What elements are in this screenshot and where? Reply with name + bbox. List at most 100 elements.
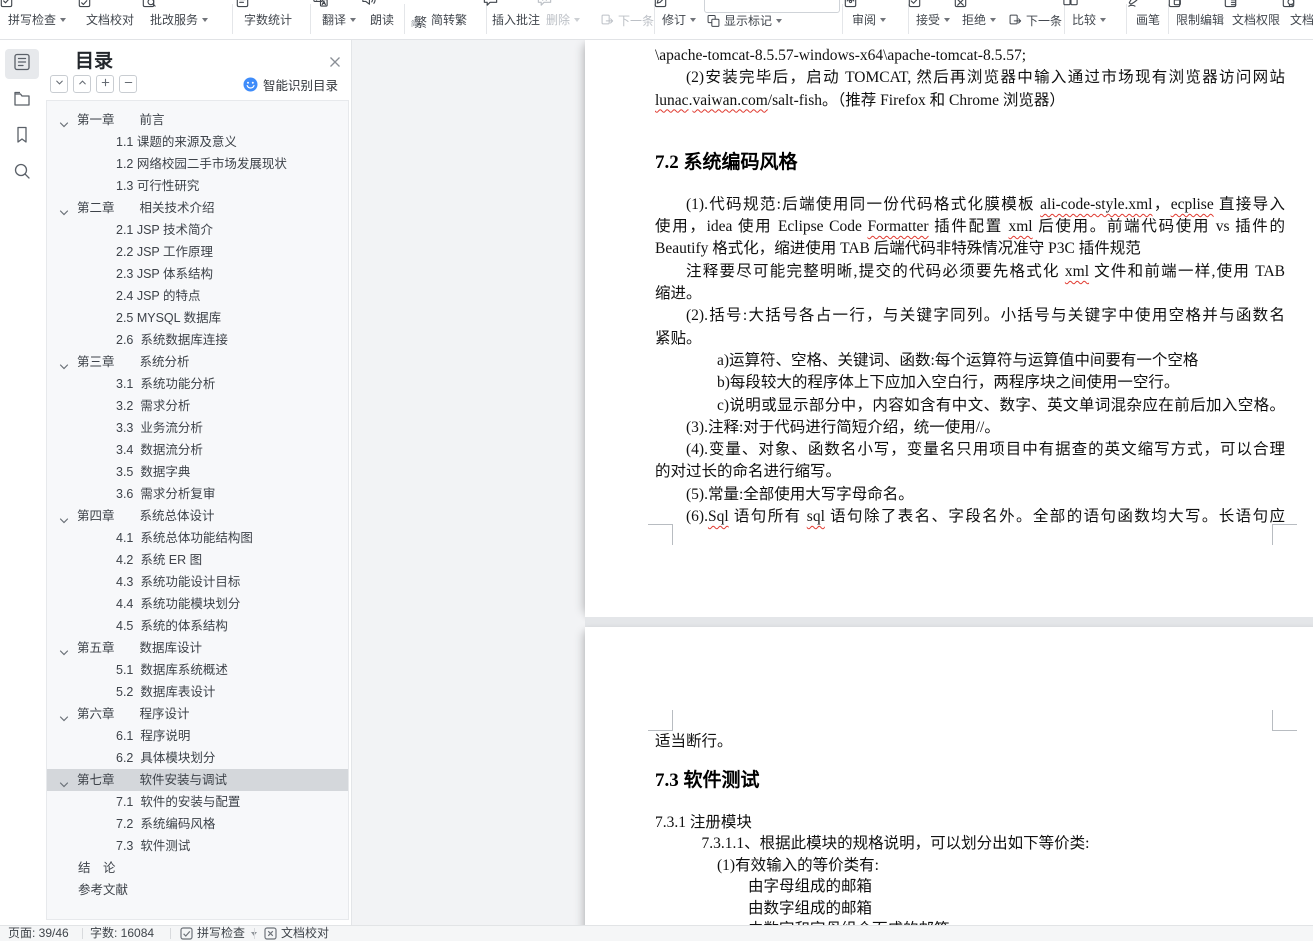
doc-text-segment: 使用，idea 使用 Eclipse Code: [655, 218, 868, 236]
toolbar-button-label: 画笔: [1136, 13, 1161, 27]
chevron-down-icon: [574, 18, 581, 22]
collapse-all-button[interactable]: [73, 75, 91, 93]
chevron-down-icon: [944, 18, 951, 22]
toc-item[interactable]: 第四章 系统总体设计: [47, 505, 348, 527]
toc-item[interactable]: 3.5 数据字典: [47, 461, 348, 483]
misspelled-text: Sql: [707, 508, 729, 526]
toc-item[interactable]: 第五章 数据库设计: [47, 637, 348, 659]
toc-item[interactable]: 4.5 系统的体系结构: [47, 615, 348, 637]
toc-item-label: 4.5 系统的体系结构: [116, 619, 228, 633]
spellcheck-toggle[interactable]: 拼写检查: [180, 926, 258, 941]
toc-item[interactable]: 第三章 系统分析: [47, 351, 348, 373]
toc-chapter-title: 相关技术介绍: [139, 201, 215, 215]
smart-recognize-toc-button[interactable]: 智能识别目录: [243, 75, 338, 93]
doc-line: b)每段较大的程序体上下应加入空白行，两程序块之间使用一空行。: [655, 372, 1285, 394]
status-bar: 页面: 39/46 字数: 16084 拼写检查 文档校对: [0, 925, 1313, 941]
rail-button-toc-nav[interactable]: [5, 49, 39, 79]
toc-item[interactable]: 2.1 JSP 技术简介: [47, 219, 348, 241]
toc-item[interactable]: 2.2 JSP 工作原理: [47, 241, 348, 263]
toc-item[interactable]: 2.3 JSP 体系结构: [47, 263, 348, 285]
doc-line: (5).常量:全部使用大写字母命名。: [655, 484, 1285, 506]
toc-item[interactable]: 第七章 软件安装与调试: [47, 769, 348, 791]
doc-proofread-toggle[interactable]: 文档校对: [264, 926, 329, 941]
toc-item-label: 1.1 课题的来源及意义: [116, 135, 237, 149]
doc-text-segment: 后使用。前端代码使用 vs 插件的: [1032, 218, 1285, 236]
doc-text-segment: 7.3.1.1、根据此模块的规格说明，可以划分出如下等价类:: [701, 835, 1090, 852]
doc-text-segment: 7.3.1 注册模块: [655, 813, 752, 831]
close-icon[interactable]: [326, 53, 344, 71]
doc-proofread-label: 文档校对: [281, 926, 330, 940]
doc-line: 的对过长的命名进行缩写。: [655, 461, 1285, 483]
toc-item[interactable]: 2.6 系统数据库连接: [47, 329, 348, 351]
toc-item-label: 5.1 数据库系统概述: [116, 663, 228, 677]
toc-item[interactable]: 5.2 数据库表设计: [47, 681, 348, 703]
toc-item[interactable]: 1.2 网络校园二手市场发展现状: [47, 153, 348, 175]
toc-item[interactable]: 3.1 系统功能分析: [47, 373, 348, 395]
doc-line: (6).Sql 语句所有 sql 语句除了表名、字段名外。全部的语句函数均大写。…: [655, 506, 1285, 528]
toc-item[interactable]: 3.6 需求分析复审: [47, 483, 348, 505]
page-indicator[interactable]: 页面: 39/46: [8, 926, 69, 941]
rail-button-chapter-nav[interactable]: [5, 86, 39, 116]
document-area[interactable]: \apache-tomcat-8.5.57-windows-x64\apache…: [352, 40, 1313, 925]
toc-item[interactable]: 3.2 需求分析: [47, 395, 348, 417]
toc-item[interactable]: 6.2 具体模块划分: [47, 747, 348, 769]
toc-item[interactable]: 1.1 课题的来源及意义: [47, 131, 348, 153]
toc-chapter-number: 第三章: [77, 355, 115, 369]
misspelled-text: sql: [806, 508, 825, 526]
doc-line: 7.3.1 注册模块: [655, 812, 1285, 834]
toc-item[interactable]: 6.1 程序说明: [47, 725, 348, 747]
doc-text-segment: 注释要尽可能完整明晰,提交的代码必须要先格式化: [686, 262, 1065, 280]
toc-item[interactable]: 第六章 程序设计: [47, 703, 348, 725]
toolbar-button-label: 插入批注: [492, 13, 541, 27]
toc-item[interactable]: 2.4 JSP 的特点: [47, 285, 348, 307]
toc-item[interactable]: 4.3 系统功能设计目标: [47, 571, 348, 593]
grading-service-icon: [140, 0, 160, 10]
review-icon: [842, 0, 862, 10]
toc-item[interactable]: 3.3 业务流分析: [47, 417, 348, 439]
rail-button-search[interactable]: [5, 158, 39, 188]
proofread-x-icon: [264, 927, 277, 940]
doc-text-segment: (1)有效输入的等价类有:: [717, 856, 879, 874]
toc-item[interactable]: 第一章 前言: [47, 109, 348, 131]
doc-text-segment: b)每段较大的程序体上下应加入空白行，两程序块之间使用一空行。: [717, 374, 1180, 392]
toc-item-label: 4.2 系统 ER 图: [116, 553, 203, 567]
word-count-indicator[interactable]: 字数: 16084: [90, 926, 154, 941]
misspelled-text: ali-code-style.xml: [1040, 195, 1153, 213]
doc-line: 由字母组成的邮箱: [655, 876, 1285, 898]
doc-line: 紧贴。: [655, 328, 1285, 350]
toc-item-label: 2.6 系统数据库连接: [116, 333, 228, 347]
rail-button-bookmark[interactable]: [5, 122, 39, 152]
toc-item-label: 3.2 需求分析: [116, 399, 191, 413]
toc-item[interactable]: 5.1 数据库系统概述: [47, 659, 348, 681]
doc-text-segment: 紧贴。: [655, 329, 702, 347]
toc-item-label: 7.2 系统编码风格: [116, 817, 216, 831]
toc-item[interactable]: 7.1 软件的安装与配置: [47, 791, 348, 813]
toc-item[interactable]: 1.3 可行性研究: [47, 175, 348, 197]
toc-item-label: 2.3 JSP 体系结构: [116, 267, 214, 281]
page-1-text: \apache-tomcat-8.5.57-windows-x64\apache…: [655, 40, 1285, 528]
toc-item[interactable]: 4.4 系统功能模块划分: [47, 593, 348, 615]
toc-item[interactable]: 参考文献: [47, 879, 348, 901]
plus-button[interactable]: [96, 75, 114, 93]
doc-certify-icon: [1280, 0, 1300, 10]
toolbar-button-label: 下一条: [618, 14, 655, 28]
toc-item[interactable]: 4.1 系统总体功能结构图: [47, 527, 348, 549]
toc-item[interactable]: 7.2 系统编码风格: [47, 813, 348, 835]
toc-item[interactable]: 第二章 相关技术介绍: [47, 197, 348, 219]
toc-item[interactable]: 3.4 数据流分析: [47, 439, 348, 461]
doc-text-segment: 文件和前端一样,使用 TAB: [1089, 262, 1285, 280]
markup-state-combobox[interactable]: [704, 0, 840, 13]
toolbar-button-label: 文档权限: [1232, 13, 1281, 27]
toc-item[interactable]: 2.5 MYSQL 数据库: [47, 307, 348, 329]
expand-all-button[interactable]: [50, 75, 68, 93]
toc-item[interactable]: 7.3 软件测试: [47, 835, 348, 857]
toc-panel-title: 目录: [75, 51, 114, 72]
toc-item[interactable]: 结 论: [47, 857, 348, 879]
doc-line: (2)安装完毕后，启动 TOMCAT, 然后再浏览器中输入通过市场现有浏览器访问…: [655, 67, 1285, 89]
toc-chapter-number: 第二章: [77, 201, 115, 215]
doc-text-segment: 直接导入: [1213, 195, 1285, 213]
minus-button[interactable]: [119, 75, 137, 93]
toc-item[interactable]: 4.2 系统 ER 图: [47, 549, 348, 571]
doc-text-segment: (1).代码规范:后端使用同一份代码格式化膜模板: [686, 195, 1041, 213]
toolbar-button-label: 字数统计: [244, 13, 293, 27]
